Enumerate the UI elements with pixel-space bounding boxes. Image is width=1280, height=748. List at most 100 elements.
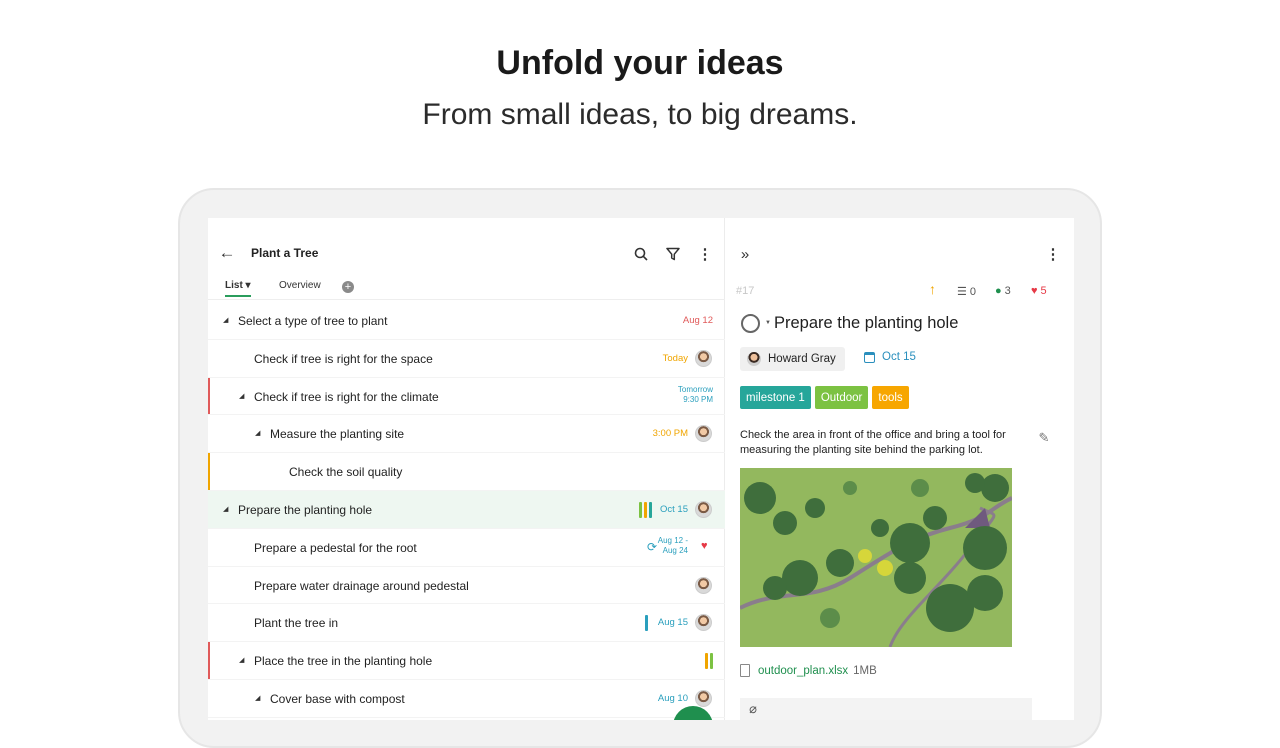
task-row[interactable]: Plant the tree in Aug 15 — [208, 604, 725, 643]
task-row[interactable]: Prepare water drainage around pedestal — [208, 567, 725, 605]
task-due-date: Today — [662, 352, 688, 364]
task-row[interactable]: Prepare a pedestal for the root ⟳ Aug 12… — [208, 529, 725, 567]
subtasks-icon: ☰ — [957, 286, 967, 298]
calendar-icon — [864, 351, 875, 363]
task-title: Prepare water drainage around pedestal — [254, 578, 469, 593]
paperclip-icon[interactable]: ⌀ — [745, 701, 761, 717]
assignee-chip[interactable]: Howard Gray — [740, 347, 845, 371]
task-title: Prepare the planting hole — [238, 502, 373, 517]
task-title: Check if tree is right for the space — [254, 351, 433, 366]
task-rows: ◢ Select a type of tree to plant Aug 12 … — [208, 302, 725, 718]
task-row[interactable]: ◢ Measure the planting site 3:00 PM — [208, 415, 725, 454]
due-date-field[interactable]: Oct 15 — [864, 351, 916, 363]
collapse-caret-icon[interactable]: ◢ — [223, 505, 228, 513]
tag-stripes — [705, 653, 713, 670]
likes-counter[interactable]: ♥ 5 — [1031, 285, 1047, 297]
subtasks-count: 0 — [969, 285, 976, 298]
tab-list[interactable]: List ▾ — [225, 280, 251, 297]
filter-icon[interactable] — [664, 245, 682, 263]
hero-title: Unfold your ideas — [496, 44, 784, 82]
task-due-date: Aug 12 - Aug 24 — [658, 536, 688, 556]
eye-icon: ● — [995, 285, 1002, 297]
subtasks-counter[interactable]: ☰ 0 — [957, 285, 976, 299]
tag-list: milestone 1 Outdoor tools — [740, 386, 909, 409]
tag-outdoor[interactable]: Outdoor — [814, 386, 869, 409]
likes-count: 5 — [1040, 285, 1047, 297]
task-title: Prepare a pedestal for the root — [254, 540, 417, 555]
collapse-caret-icon[interactable]: ◢ — [255, 694, 260, 702]
task-title: Cover base with compost — [270, 691, 405, 706]
hero-subtitle: From small ideas, to big dreams. — [422, 98, 858, 131]
priority-bar — [208, 642, 210, 679]
attachment-name[interactable]: outdoor_plan.xlsx — [758, 665, 848, 677]
task-due-date: Aug 15 — [657, 617, 688, 629]
task-due-date: Oct 15 — [660, 503, 688, 515]
status-dropdown-icon[interactable]: ▼ — [765, 320, 771, 326]
priority-arrow-icon[interactable]: ↑ — [929, 281, 936, 297]
task-row[interactable]: Check the soil quality — [208, 453, 725, 491]
search-icon[interactable] — [632, 245, 650, 263]
watchers-counter[interactable]: ● 3 — [995, 285, 1011, 297]
priority-bar — [208, 377, 210, 415]
task-list-pane: ← Plant a Tree ⋮ List ▾ Overview + ◢ Sel… — [208, 218, 725, 720]
task-title: Measure the planting site — [270, 427, 405, 442]
pencil-icon[interactable]: ✎ — [1036, 430, 1052, 446]
more-icon[interactable]: ⋮ — [696, 245, 714, 263]
priority-bar — [208, 453, 210, 490]
add-view-button[interactable]: + — [342, 281, 354, 293]
tag-stripes — [639, 501, 652, 518]
avatar — [695, 500, 712, 518]
task-title: Check if tree is right for the climate — [254, 389, 439, 404]
repeat-icon: ⟳ — [647, 539, 658, 554]
task-id: #17 — [736, 285, 755, 297]
task-row[interactable]: ◢ Select a type of tree to plant Aug 12 — [208, 302, 725, 340]
heart-icon: ♥ — [701, 539, 708, 552]
task-title: Plant the tree in — [254, 616, 339, 631]
collapse-caret-icon[interactable]: ◢ — [223, 316, 228, 324]
avatar — [747, 352, 761, 366]
back-arrow-icon[interactable]: ← — [218, 243, 236, 262]
due-time-line: 9:30 PM — [683, 394, 713, 404]
date-range-start: Aug 12 - — [657, 535, 688, 545]
tag-stripes — [645, 615, 648, 632]
watchers-count: 3 — [1004, 285, 1011, 297]
task-row[interactable]: Check if tree is right for the space Tod… — [208, 340, 725, 378]
project-title: Plant a Tree — [251, 246, 319, 260]
date-range-end: Aug 24 — [662, 545, 688, 555]
comment-bar[interactable]: ⌀ — [740, 698, 1032, 720]
aerial-park-image — [740, 468, 1012, 647]
collapse-caret-icon[interactable]: ◢ — [239, 392, 244, 400]
due-date-value: Oct 15 — [882, 351, 916, 363]
tab-overview[interactable]: Overview — [279, 280, 321, 291]
view-tabs: List ▾ Overview + — [208, 278, 725, 300]
collapse-caret-icon[interactable]: ◢ — [255, 429, 260, 437]
task-title: Place the tree in the planting hole — [254, 654, 433, 669]
task-description[interactable]: Check the area in front of the office an… — [740, 428, 1038, 458]
due-date-line: Tomorrow — [677, 384, 713, 394]
avatar — [695, 614, 712, 632]
collapse-panel-icon[interactable]: » — [736, 245, 754, 263]
more-icon[interactable]: ⋮ — [1044, 245, 1062, 263]
task-title: Check the soil quality — [289, 465, 403, 480]
task-row[interactable]: ◢ Cover base with compost Aug 10 — [208, 680, 725, 718]
tag-milestone[interactable]: milestone 1 — [740, 386, 811, 409]
task-detail-title[interactable]: Prepare the planting hole — [774, 314, 958, 333]
task-due-date: 3:00 PM — [652, 428, 688, 440]
avatar — [695, 425, 712, 443]
task-row-selected[interactable]: ◢ Prepare the planting hole Oct 15 — [208, 490, 725, 529]
task-detail-pane: » ⋮ #17 ↑ ☰ 0 ● 3 ♥ 5 ▼ Prepare the plan… — [726, 218, 1074, 720]
task-row[interactable]: ◢ Place the tree in the planting hole — [208, 642, 725, 680]
task-row[interactable]: ◢ Check if tree is right for the climate… — [208, 377, 725, 416]
tag-tools[interactable]: tools — [872, 386, 909, 409]
assignee-name: Howard Gray — [768, 353, 836, 365]
attached-aerial-photo[interactable] — [740, 468, 1012, 647]
collapse-caret-icon[interactable]: ◢ — [239, 656, 244, 664]
attachment-row[interactable]: outdoor_plan.xlsx 1MB — [740, 664, 877, 677]
task-due-date: Aug 10 — [657, 692, 688, 704]
file-icon — [740, 664, 750, 677]
complete-checkbox[interactable] — [741, 314, 760, 333]
attachment-size: 1MB — [853, 664, 877, 677]
app-screen: ← Plant a Tree ⋮ List ▾ Overview + ◢ Sel… — [208, 218, 1074, 720]
task-due-date: Tomorrow 9:30 PM — [678, 385, 713, 405]
avatar — [695, 689, 712, 707]
